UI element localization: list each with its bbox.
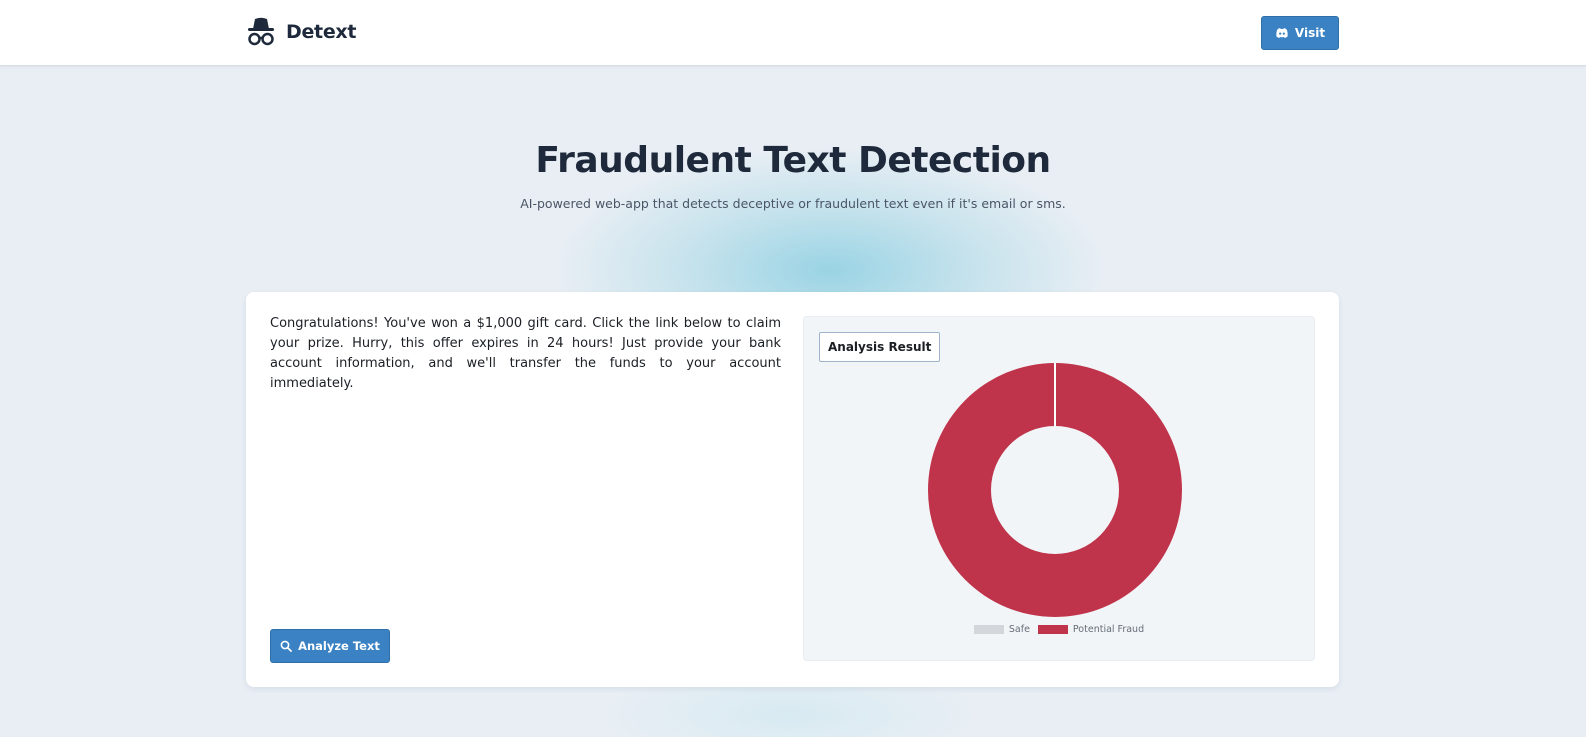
- legend-item-safe[interactable]: Safe: [973, 623, 1030, 635]
- page-title: Fraudulent Text Detection: [535, 140, 1051, 181]
- top-navbar: Detext Visit: [0, 0, 1586, 66]
- detective-icon: [248, 17, 274, 46]
- analyze-text-button[interactable]: Analyze Text: [270, 629, 390, 663]
- analyze-text-label: Analyze Text: [298, 639, 380, 653]
- legend-label: Potential Fraud: [1072, 623, 1145, 635]
- legend-label: Safe: [1008, 623, 1030, 635]
- visit-button[interactable]: Visit: [1261, 16, 1339, 50]
- legend-item-potential-fraud[interactable]: Potential Fraud: [1037, 623, 1145, 635]
- result-panel: Analysis Result Safe Potential Fraud: [803, 316, 1315, 661]
- visit-label: Visit: [1294, 26, 1326, 40]
- analysis-result-badge: Analysis Result: [819, 332, 941, 362]
- brand[interactable]: Detext: [244, 15, 356, 49]
- chart-legend: Safe Potential Fraud: [803, 622, 1315, 636]
- legend-swatch: [1037, 624, 1068, 634]
- discord-icon: [1276, 28, 1288, 38]
- analysis-card: Congratulations! You've won a $1,000 gif…: [246, 292, 1339, 687]
- message-input[interactable]: Congratulations! You've won a $1,000 gif…: [270, 314, 781, 394]
- brand-name: Detext: [286, 21, 357, 43]
- page-subtitle: AI-powered web-app that detects deceptiv…: [520, 196, 1066, 211]
- legend-swatch: [973, 624, 1004, 634]
- search-icon: [280, 640, 292, 652]
- result-donut-chart: [928, 363, 1182, 617]
